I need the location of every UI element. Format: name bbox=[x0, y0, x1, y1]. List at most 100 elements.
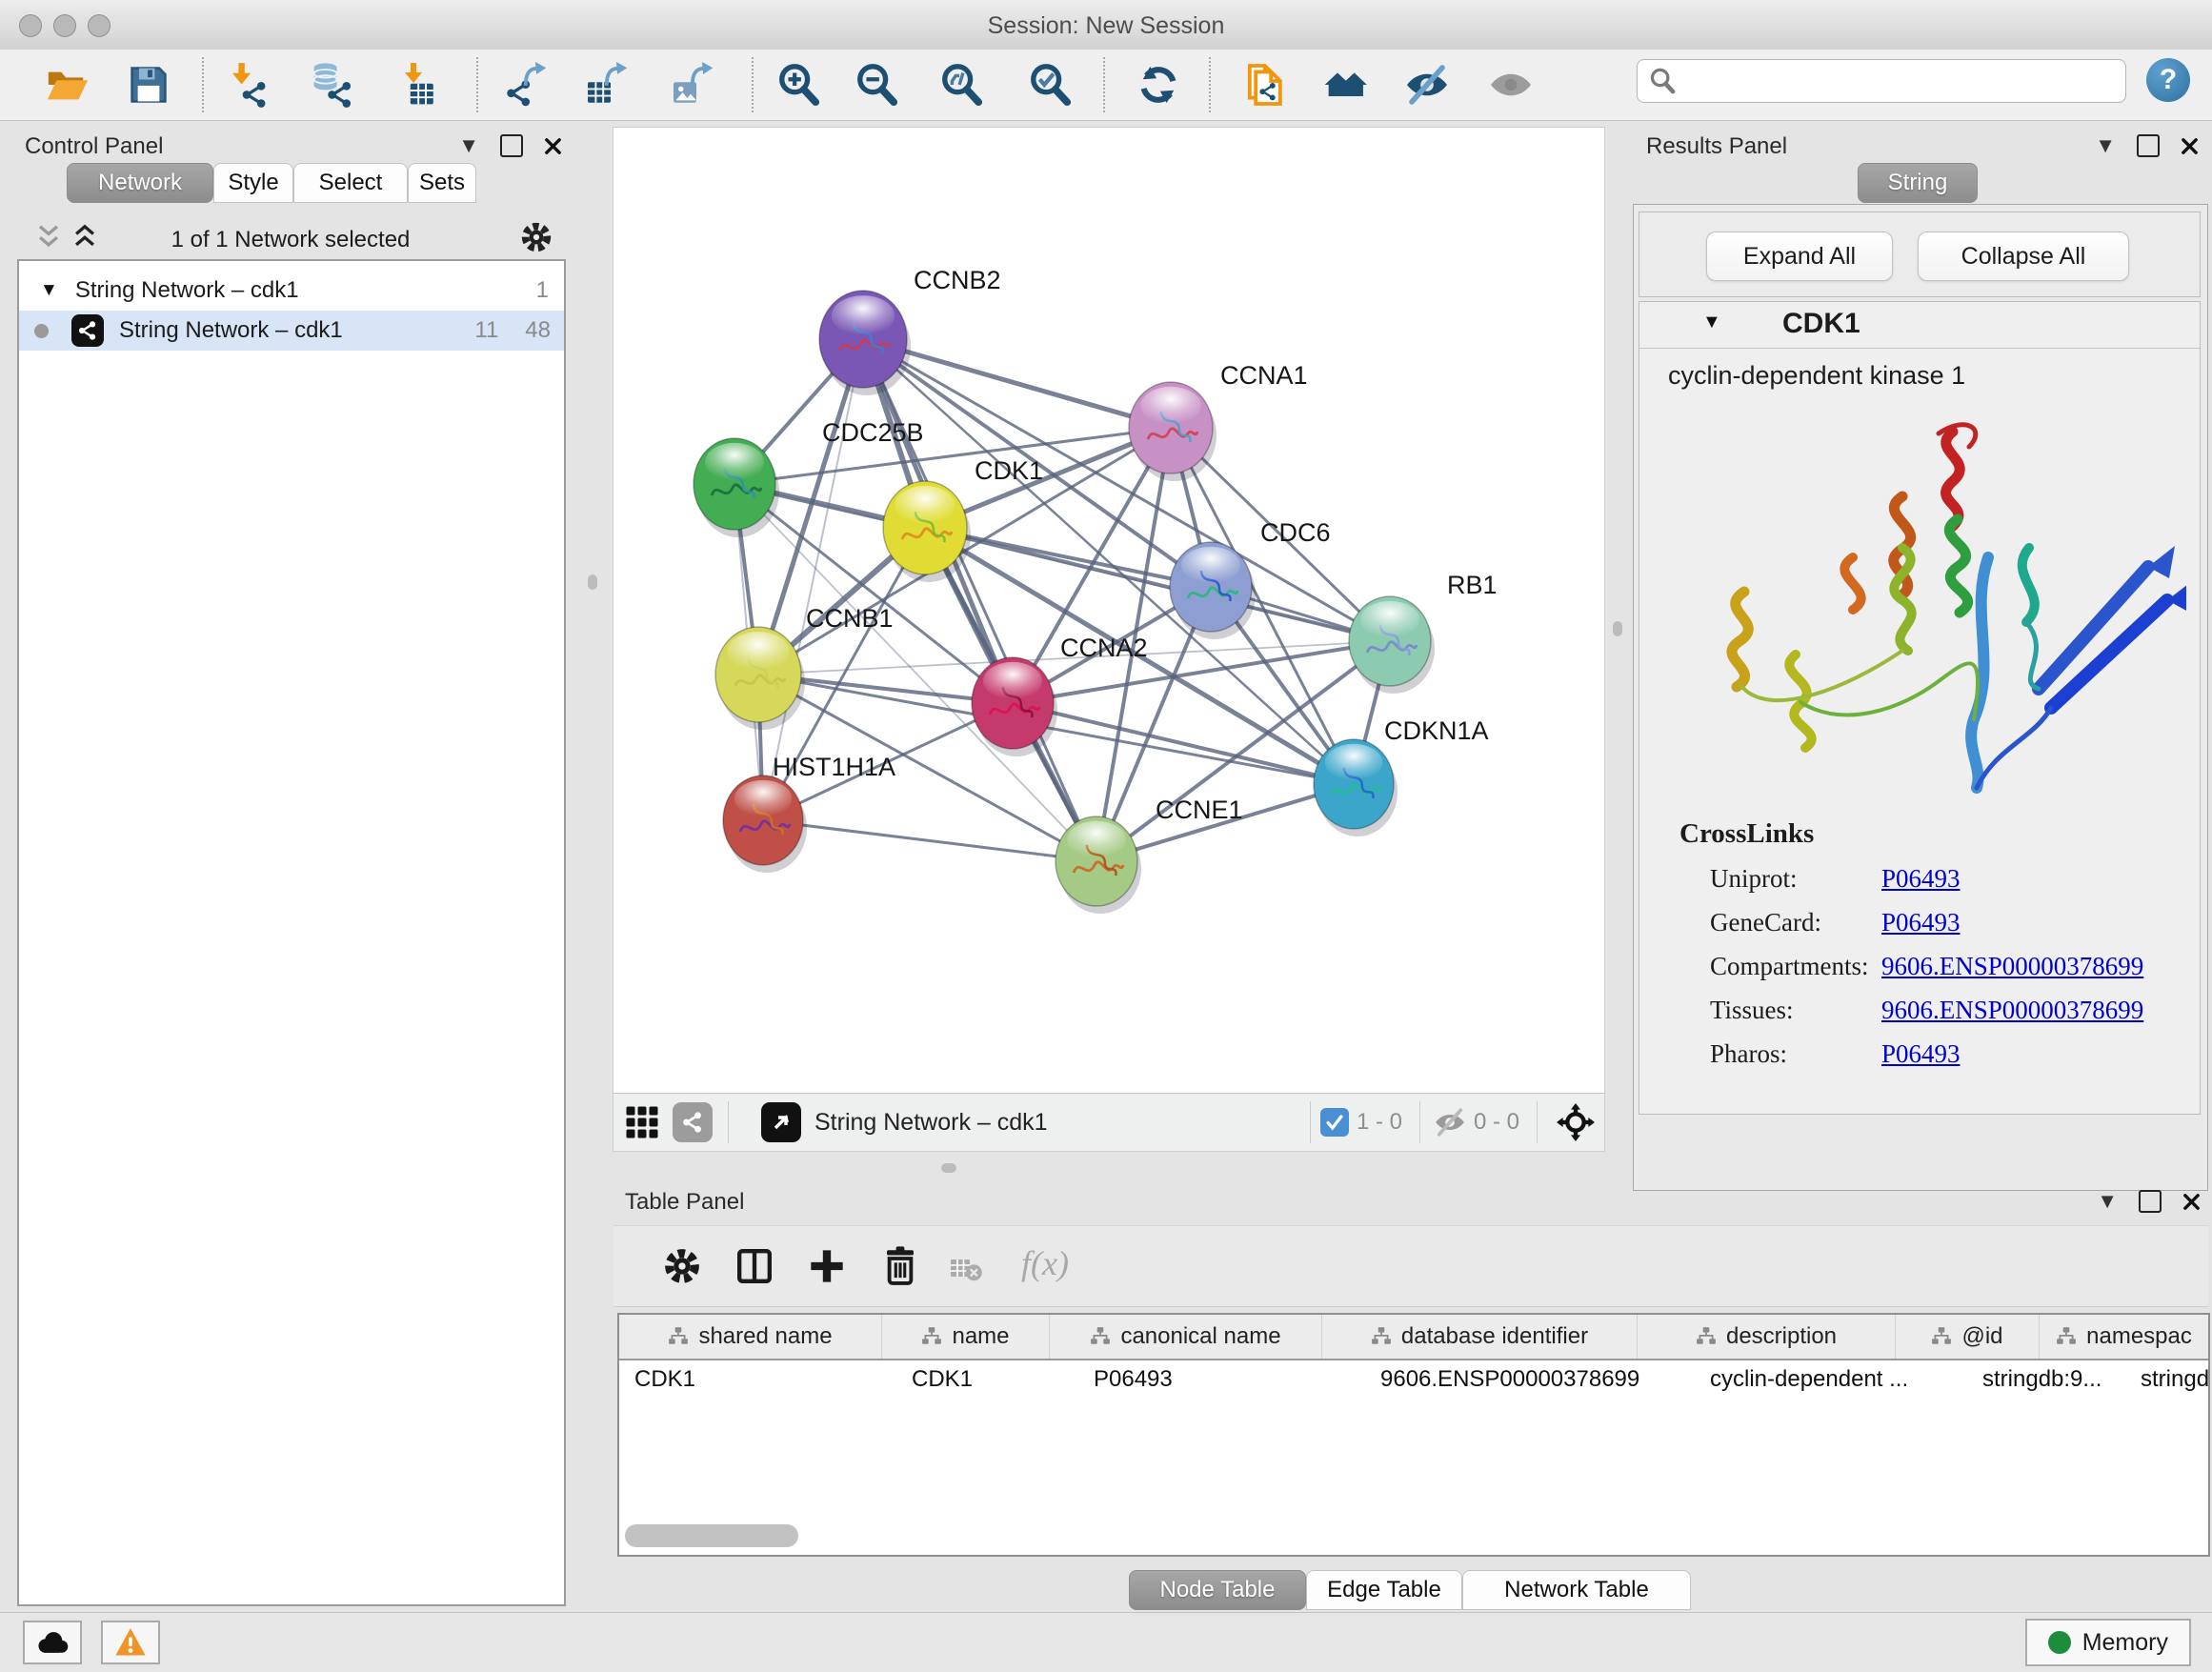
help-button[interactable]: ? bbox=[2146, 58, 2190, 102]
panel-maximize-icon[interactable] bbox=[2137, 134, 2160, 157]
left-splitter-handle[interactable] bbox=[588, 574, 597, 590]
houses-icon bbox=[1322, 61, 1368, 109]
cloud-status-button[interactable] bbox=[23, 1621, 82, 1664]
grid-view-button[interactable] bbox=[625, 1105, 659, 1139]
node-CDKN1A[interactable]: CDKN1A bbox=[1314, 716, 1489, 836]
show-all-button[interactable] bbox=[1488, 62, 1534, 108]
collection-expander-icon[interactable]: ▼ bbox=[40, 280, 58, 301]
crosslink-genecard-link[interactable]: P06493 bbox=[1881, 908, 1961, 937]
panel-float-icon[interactable]: ▼ bbox=[2097, 1189, 2118, 1214]
export-image-button[interactable] bbox=[670, 62, 715, 108]
right-splitter-handle[interactable] bbox=[1613, 621, 1622, 636]
node-CCNB2[interactable]: CCNB2 bbox=[819, 266, 1001, 395]
tab-node-table[interactable]: Node Table bbox=[1129, 1570, 1306, 1610]
node-card-expander-icon[interactable]: ▼ bbox=[1702, 312, 1721, 333]
memory-status-icon bbox=[2048, 1631, 2071, 1654]
crosslink-pharos-link[interactable]: P06493 bbox=[1881, 1039, 1961, 1069]
table-settings-button[interactable] bbox=[663, 1247, 701, 1285]
panel-maximize-icon[interactable] bbox=[500, 134, 523, 157]
column-header-at-id[interactable]: @id bbox=[1896, 1315, 2040, 1359]
hide-selected-button[interactable] bbox=[1404, 62, 1450, 108]
collapse-all-button[interactable]: Collapse All bbox=[1918, 232, 2129, 281]
detach-view-button[interactable] bbox=[761, 1102, 801, 1142]
crosslink-tissues-link[interactable]: 9606.ENSP00000378699 bbox=[1881, 996, 2143, 1025]
node-label-CCNB2: CCNB2 bbox=[914, 266, 1001, 294]
save-floppy-icon bbox=[128, 64, 170, 106]
tab-edge-table[interactable]: Edge Table bbox=[1306, 1570, 1462, 1610]
memory-button[interactable]: Memory bbox=[2025, 1619, 2191, 1666]
delete-column-button[interactable] bbox=[880, 1245, 920, 1285]
panel-float-icon[interactable]: ▼ bbox=[458, 133, 479, 158]
refresh-button[interactable] bbox=[1136, 62, 1181, 108]
column-header-database-identifier[interactable]: database identifier bbox=[1322, 1315, 1638, 1359]
network-graph[interactable]: CCNB2CCNA1CDC25BCDK1CDC6RB1CCNB1CCNA2CDK… bbox=[613, 128, 1604, 1094]
node-RB1[interactable]: RB1 bbox=[1349, 571, 1498, 694]
import-network-file-button[interactable] bbox=[225, 62, 271, 108]
network-view-title: String Network – cdk1 bbox=[814, 1109, 1048, 1137]
table-row[interactable]: CDK1 CDK1 P06493 9606.ENSP00000378699 cy… bbox=[619, 1360, 2208, 1399]
crosslink-compartments-link[interactable]: 9606.ENSP00000378699 bbox=[1881, 952, 2143, 981]
collection-name: String Network – cdk1 bbox=[75, 277, 299, 304]
zoom-in-button[interactable] bbox=[775, 62, 821, 108]
node-label-HIST1H1A: HIST1H1A bbox=[773, 753, 895, 781]
function-builder-button-disabled[interactable]: f(x) bbox=[1021, 1243, 1069, 1283]
warnings-button[interactable] bbox=[101, 1621, 160, 1664]
export-image-icon bbox=[670, 61, 715, 109]
horizontal-splitter-handle[interactable] bbox=[941, 1163, 956, 1173]
delete-table-button-disabled[interactable] bbox=[949, 1251, 983, 1285]
network-collection-row[interactable]: ▼ String Network – cdk1 1 bbox=[19, 271, 564, 311]
network-row[interactable]: String Network – cdk1 11 48 bbox=[19, 311, 564, 351]
selected-nodes-checkbox[interactable] bbox=[1320, 1108, 1349, 1137]
table-horizontal-scrollbar[interactable] bbox=[625, 1524, 798, 1547]
node-CCNA1[interactable]: CCNA1 bbox=[1129, 361, 1308, 481]
show-columns-button[interactable] bbox=[735, 1247, 774, 1285]
first-neighbors-button[interactable] bbox=[1322, 62, 1368, 108]
column-header-shared-name[interactable]: shared name bbox=[619, 1315, 882, 1359]
panel-close-icon[interactable] bbox=[2182, 1193, 2201, 1211]
control-panel: Control Panel ▼ Network Style Select Set… bbox=[8, 124, 573, 1610]
tab-network-table[interactable]: Network Table bbox=[1462, 1570, 1691, 1610]
edge-HIST1H1A-CCNE1[interactable] bbox=[763, 820, 1096, 861]
tab-sets[interactable]: Sets bbox=[408, 163, 476, 203]
network-selection-summary: 1 of 1 Network selected bbox=[8, 227, 573, 253]
tab-select[interactable]: Select bbox=[293, 163, 408, 203]
crosslink-uniprot-link[interactable]: P06493 bbox=[1881, 864, 1961, 894]
window-title: Session: New Session bbox=[0, 12, 2212, 40]
export-table-button[interactable] bbox=[584, 62, 630, 108]
column-header-name[interactable]: name bbox=[882, 1315, 1050, 1359]
edge-CCNB2-HIST1H1A[interactable] bbox=[763, 339, 863, 820]
column-header-namespace[interactable]: namespac bbox=[2040, 1315, 2208, 1359]
fit-content-button[interactable] bbox=[938, 62, 984, 108]
node-card-title: CDK1 bbox=[1782, 308, 1860, 340]
orgchart-icon bbox=[1371, 1326, 1392, 1347]
panel-maximize-icon[interactable] bbox=[2139, 1190, 2162, 1213]
import-network-database-button[interactable] bbox=[309, 62, 354, 108]
open-session-button[interactable] bbox=[44, 62, 90, 108]
export-network-button[interactable] bbox=[503, 62, 549, 108]
column-header-description[interactable]: description bbox=[1638, 1315, 1896, 1359]
network-options-button[interactable] bbox=[520, 221, 553, 253]
panel-close-icon[interactable] bbox=[2181, 137, 2199, 155]
tab-string[interactable]: String bbox=[1858, 163, 1978, 203]
panel-float-icon[interactable]: ▼ bbox=[2095, 133, 2116, 158]
tab-network[interactable]: Network bbox=[67, 163, 213, 203]
panel-close-icon[interactable] bbox=[544, 137, 562, 155]
crosslink-label: GeneCard: bbox=[1710, 908, 1821, 937]
network-badge-icon[interactable] bbox=[673, 1102, 713, 1142]
search-input[interactable] bbox=[1676, 68, 2089, 94]
column-header-canonical-name[interactable]: canonical name bbox=[1050, 1315, 1322, 1359]
birds-eye-view-button[interactable] bbox=[1557, 1103, 1595, 1141]
add-column-button[interactable] bbox=[808, 1247, 846, 1285]
zoom-selected-button[interactable] bbox=[1027, 62, 1073, 108]
node-HIST1H1A[interactable]: HIST1H1A bbox=[723, 753, 895, 873]
network-canvas[interactable]: CCNB2CCNA1CDC25BCDK1CDC6RB1CCNB1CCNA2CDK… bbox=[613, 127, 1605, 1095]
node-CCNE1[interactable]: CCNE1 bbox=[1056, 796, 1243, 914]
save-session-button[interactable] bbox=[126, 62, 171, 108]
import-table-file-button[interactable] bbox=[394, 62, 440, 108]
search-field[interactable] bbox=[1637, 59, 2126, 103]
tab-style[interactable]: Style bbox=[213, 163, 293, 203]
duplicate-network-button[interactable] bbox=[1241, 62, 1287, 108]
expand-all-button[interactable]: Expand All bbox=[1706, 232, 1893, 281]
zoom-out-button[interactable] bbox=[854, 62, 899, 108]
search-icon bbox=[1649, 68, 1676, 94]
